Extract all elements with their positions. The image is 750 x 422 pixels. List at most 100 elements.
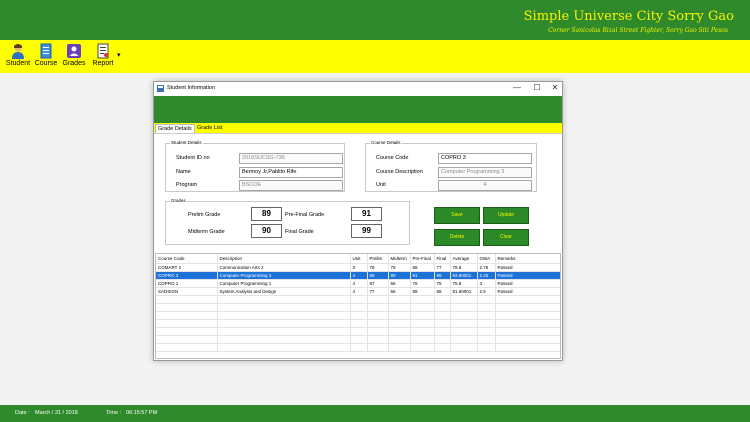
table-cell-empty — [156, 327, 218, 336]
table-cell: COPRO 1 — [156, 279, 218, 288]
column-header[interactable]: Description — [217, 254, 351, 264]
toolbar-course-label: Course — [34, 60, 58, 67]
table-cell: 75.8 — [450, 279, 478, 288]
table-cell-empty — [434, 319, 451, 328]
column-header[interactable]: Course Code — [156, 254, 218, 264]
toolbar-grades-button[interactable]: Grades — [59, 43, 89, 73]
prelim-grade-field[interactable]: 89 — [251, 207, 282, 221]
table-cell: 2.25 — [477, 271, 496, 280]
date-value: March / 31 / 2018 — [35, 410, 78, 416]
table-cell-empty — [217, 303, 351, 312]
table-cell-empty — [434, 311, 451, 320]
maximize-button[interactable]: ☐ — [532, 83, 542, 92]
table-header-row: Course Code Description Unit Prelim Midt… — [156, 254, 560, 264]
table-body: COMART 2 Communication Arts 2 3 76 76 88 77 78.… — [156, 263, 560, 352]
report-icon — [97, 43, 109, 59]
clear-button[interactable]: Clear — [483, 229, 529, 246]
table-cell: 87 — [367, 279, 389, 288]
table-cell: 76 — [367, 263, 389, 272]
toolbar-course-button[interactable]: Course — [31, 43, 61, 73]
table-cell-empty — [450, 327, 478, 336]
table-cell-empty — [450, 319, 478, 328]
table-row[interactable]: COPRO 1 Computer Programming 1 4 87 66 76 75 75… — [156, 279, 560, 288]
student-id-field[interactable]: 2016SUCSG-736 — [239, 153, 343, 164]
course-details-title: Course Details — [370, 140, 402, 145]
table-row[interactable]: COPRO 3 Computer Programming 3 4 89 90 91 99 93… — [156, 271, 560, 280]
toolbar-student-button[interactable]: Student — [3, 43, 33, 73]
table-cell: COPRO 3 — [156, 271, 218, 280]
grades-table: Course Code Description Unit Prelim Midt… — [156, 254, 560, 352]
column-header[interactable]: Midterm — [388, 254, 411, 264]
table-cell-empty — [350, 335, 368, 344]
table-cell-empty — [495, 295, 560, 304]
table-cell: Passed — [495, 263, 560, 272]
column-header[interactable]: Unit — [350, 254, 368, 264]
table-cell-empty — [217, 335, 351, 344]
table-cell-empty — [156, 319, 218, 328]
table-cell: 75 — [434, 279, 451, 288]
table-cell: 89 — [410, 287, 435, 296]
update-button[interactable]: Update — [483, 207, 529, 224]
table-cell-empty — [367, 327, 389, 336]
table-cell-empty — [350, 327, 368, 336]
date-label: Date : — [15, 410, 30, 416]
status-bar: Date : March / 31 / 2018 Time : 06:15:57… — [0, 405, 750, 422]
toolbar-overflow-icon[interactable]: ▾ — [117, 51, 121, 59]
tab-grade-list[interactable]: Grade List — [195, 124, 224, 133]
midterm-grade-field[interactable]: 90 — [251, 224, 282, 238]
column-header[interactable]: Average — [450, 254, 478, 264]
course-description-field[interactable]: Computer Programming 3 — [438, 167, 532, 178]
table-cell: 93.60001 — [450, 271, 478, 280]
grades-icon — [67, 44, 81, 58]
prefinal-grade-field[interactable]: 91 — [351, 207, 382, 221]
table-row[interactable]: SADSIGN System Analysis and Design 4 77 66 89… — [156, 287, 560, 296]
table-cell-empty — [477, 303, 496, 312]
course-code-field[interactable]: COPRO 3 — [438, 153, 532, 164]
table-cell-empty — [156, 303, 218, 312]
program-label: Program — [176, 182, 198, 188]
table-cell-empty — [477, 343, 496, 352]
grades-grid[interactable]: Course Code Description Unit Prelim Midt… — [155, 253, 561, 359]
toolbar-report-button[interactable]: Report — [88, 43, 118, 73]
table-cell: COMART 2 — [156, 263, 218, 272]
tab-grade-details[interactable]: Grade Details — [155, 124, 195, 133]
delete-button[interactable]: Delete — [434, 229, 480, 246]
table-cell-empty — [450, 343, 478, 352]
name-label: Name — [176, 169, 191, 175]
table-cell: 78.8 — [450, 263, 478, 272]
table-row[interactable]: COMART 2 Communication Arts 2 3 76 76 88 77 78.… — [156, 263, 560, 272]
prefinal-grade-label: Pre-Final Grade — [285, 212, 325, 218]
column-header[interactable]: Pre-Final — [410, 254, 435, 264]
name-field[interactable]: Bermoy Jr,Pablito Rife — [239, 167, 343, 178]
table-cell-empty — [367, 311, 389, 320]
column-header[interactable]: GWA — [477, 254, 496, 264]
program-field[interactable]: BSCOE — [239, 180, 343, 191]
prelim-grade-label: Prelim Grade — [188, 212, 221, 218]
table-cell: Computer Programming 1 — [217, 279, 351, 288]
window-title: Student Information — [167, 85, 216, 91]
grades-group: Grades Prelim Grade 89 Pre-Final Grade 9… — [165, 198, 410, 245]
column-header[interactable]: Prelim — [367, 254, 389, 264]
table-cell-empty — [410, 343, 435, 352]
table-cell-empty — [434, 303, 451, 312]
close-button[interactable]: ✕ — [550, 83, 560, 92]
column-header[interactable]: Remarks — [495, 254, 560, 264]
table-cell: 91 — [410, 271, 435, 280]
table-row-empty — [156, 343, 560, 352]
table-cell: 77 — [434, 263, 451, 272]
course-description-label: Course Description — [376, 169, 423, 175]
table-cell-empty — [477, 335, 496, 344]
save-button[interactable]: Save — [434, 207, 480, 224]
table-cell: Passed — [495, 279, 560, 288]
table-cell: 4 — [350, 279, 368, 288]
column-header[interactable]: Final — [434, 254, 451, 264]
unit-field[interactable]: 4 — [438, 180, 532, 191]
table-cell-empty — [388, 311, 411, 320]
midterm-grade-label: Midterm Grade — [188, 229, 225, 235]
table-cell: 4 — [350, 287, 368, 296]
minimize-button[interactable]: — — [512, 83, 522, 92]
table-cell: 99 — [434, 271, 451, 280]
table-cell-empty — [350, 295, 368, 304]
table-cell: 81.60001 — [450, 287, 478, 296]
final-grade-field[interactable]: 99 — [351, 224, 382, 238]
